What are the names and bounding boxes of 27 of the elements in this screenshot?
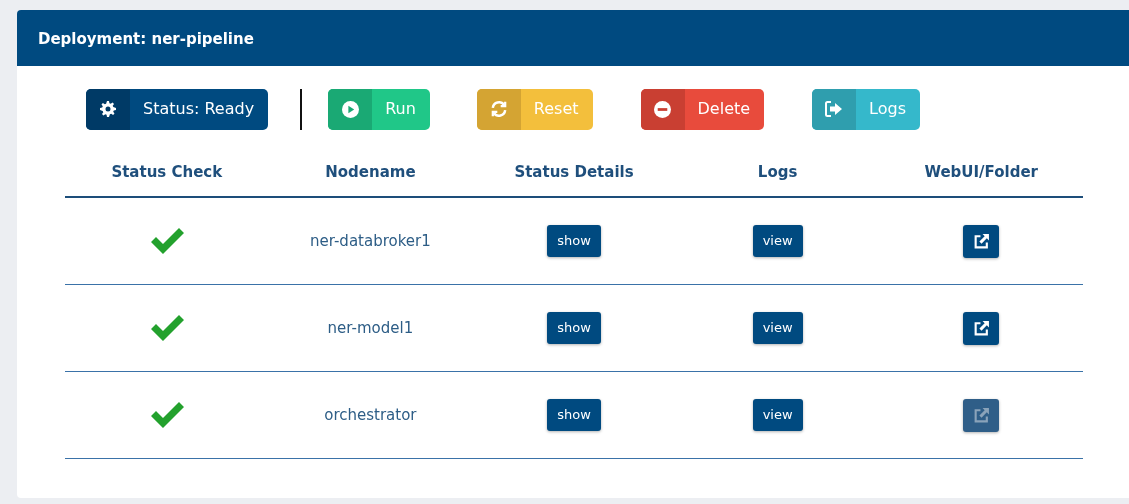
refresh-icon [489,100,508,118]
column-header: Logs [757,161,798,183]
show-details-button[interactable]: show [547,399,601,431]
column-header: Nodename [325,161,416,183]
external-link-icon [972,319,990,337]
node-name: orchestrator [324,404,417,426]
gear-icon [100,101,116,117]
open-webui-button[interactable] [963,224,1000,258]
show-details-button[interactable]: show [547,225,601,257]
column-header: WebUI/Folder [924,161,1038,183]
node-name: ner-databroker1 [310,230,431,252]
minus-circle-icon [654,100,672,118]
delete-button[interactable]: Delete [640,88,765,130]
panel-title: Deployment: ner-pipeline [38,30,254,48]
open-webui-button[interactable] [963,311,1000,345]
external-link-icon [972,406,990,424]
external-link-icon [972,232,990,250]
view-logs-button[interactable]: view [752,399,803,431]
play-icon [341,100,359,118]
column-header: Status Details [514,161,634,183]
node-name: ner-model1 [327,317,414,339]
status-button[interactable]: Status: Ready [86,88,269,130]
column-header: Status Check [111,161,223,183]
view-logs-button[interactable]: view [752,225,803,257]
view-logs-button[interactable]: view [752,312,803,344]
show-details-button[interactable]: show [547,312,601,344]
exit-arrow-icon [825,101,844,117]
